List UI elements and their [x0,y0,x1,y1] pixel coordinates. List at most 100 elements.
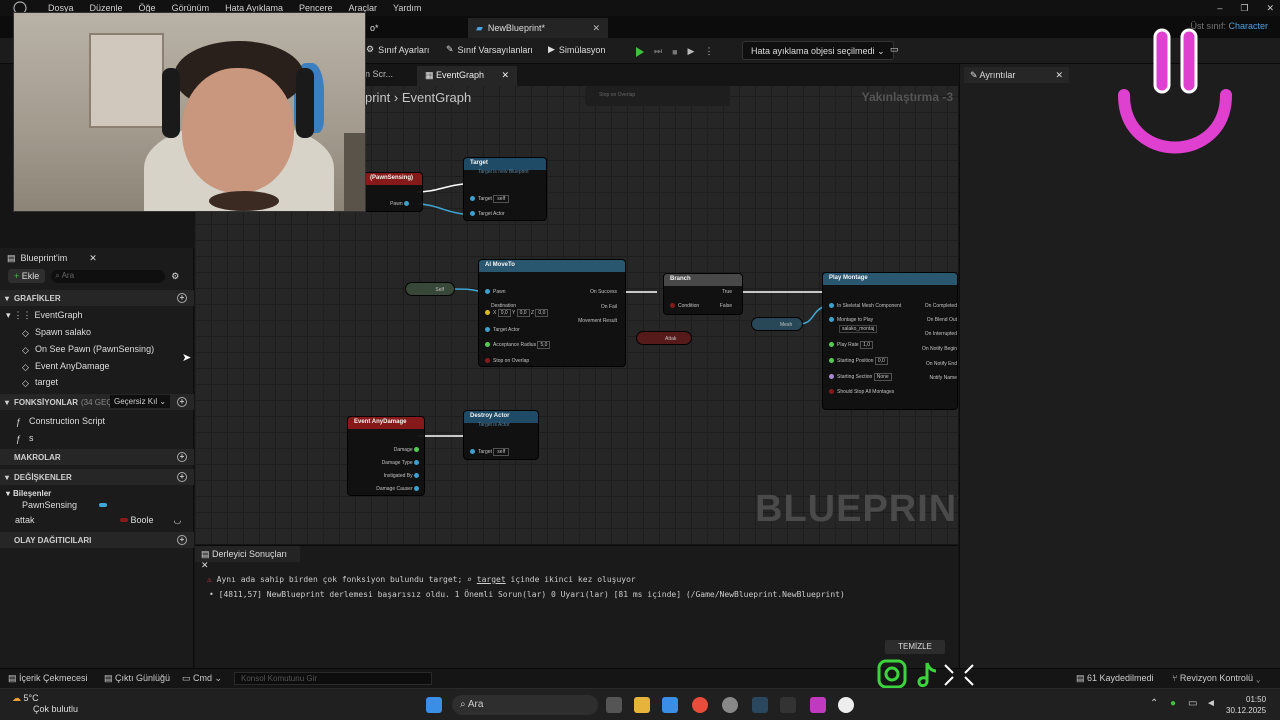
pin-moveto-target-actor[interactable]: Target Actor [485,327,520,333]
add-button[interactable]: + Ekle [8,269,46,283]
console-input[interactable]: Konsol Komutunu Gir [234,672,432,685]
macros-section[interactable]: MAKROLAR + [0,449,194,465]
pin-stop-on-overlap[interactable]: Stop on Overlap [485,358,529,364]
pin-on-interrupted[interactable]: On Interrupted [925,331,957,337]
node-self[interactable]: Self [405,282,455,296]
pin-false[interactable]: False [720,303,732,309]
close-details-icon[interactable]: ✕ [1055,70,1063,81]
microphone-icon[interactable]: ● [1170,698,1176,709]
cmd-dropdown[interactable]: ▭ Cmd ⌄ [182,673,222,684]
variables-section[interactable]: ▾ DEĞİŞKENLER + [0,469,194,485]
media-app-icon[interactable] [810,697,826,713]
variable-attak[interactable]: attak Boole ◡ [0,513,194,527]
class-defaults-button[interactable]: ✎ Sınıf Varsayılanları [446,44,533,55]
function-item-construction[interactable]: ƒ Construction Script [0,413,194,429]
event-graph-item[interactable]: ▾ ⋮⋮ EventGraph [0,307,194,323]
simulation-button[interactable]: ▶ Simülasyon [548,44,605,55]
visibility-eye-icon[interactable]: ◡ [174,515,182,526]
pin-montage-to-play[interactable]: Montage to Play [829,317,873,323]
close-tab-icon[interactable]: ✕ [592,23,600,34]
stop-icon[interactable]: ■ [672,47,677,57]
dest-z-field[interactable]: 0,0 [535,309,549,317]
event-item-on-see-pawn[interactable]: ◇ On See Pawn (PawnSensing) [0,341,194,357]
store-icon[interactable] [662,697,678,713]
compiler-results-tab[interactable]: ▤ Derleyici Sonuçları ✕ [195,546,300,570]
node-ai-moveto[interactable]: AI MoveTo Pawn Destination X 0,0 Y 0,0 Z… [478,259,626,367]
variable-type[interactable]: Boole [131,515,154,525]
search-input[interactable]: ⌕ Ara [51,269,166,283]
debug-folder-icon[interactable]: ▭ [890,44,899,55]
pin-play-rate[interactable]: Play Rate 1,0 [829,341,874,349]
unsaved-assets-button[interactable]: ▤ 61 Kaydedilmedi [1076,673,1154,684]
pin-on-fail[interactable]: On Fail [601,304,617,310]
pin-on-notify-end[interactable]: On Notify End [926,361,957,367]
node-attak-variable[interactable]: Attak [636,331,692,345]
node-target[interactable]: Target Target is new Blueprint Target se… [463,157,547,221]
pin-target[interactable]: Target self [470,195,510,203]
revision-control-button[interactable]: ⑂ Revizyon Kontrolü ⌄ [1172,673,1261,683]
pin-damage-causer[interactable]: Damage Causer [376,486,422,492]
pin-on-blend-out[interactable]: On Blend Out [927,317,957,323]
menu-help[interactable]: Yardım [385,3,429,13]
pin-starting-section[interactable]: Starting Section None [829,373,892,381]
tray-chevron-up-icon[interactable]: ⌃ [1150,698,1158,709]
steam-icon[interactable] [752,697,768,713]
chrome-icon[interactable] [692,697,708,713]
pin-acceptance-radius[interactable]: Acceptance Radius 5,0 [485,341,551,349]
play-rate-field[interactable]: 1,0 [860,341,874,349]
pin-in-skeletal-mesh[interactable]: In Skeletal Mesh Component [829,303,901,309]
settings-gear-icon[interactable]: ⚙ [171,271,179,282]
event-item-spawn[interactable]: ◇ Spawn salako [0,324,194,340]
add-graph-icon[interactable]: + [177,293,187,303]
dest-x-field[interactable]: 0,0 [497,309,511,317]
event-item-target[interactable]: ◇ target [0,374,194,390]
pin-destination[interactable]: X 0,0 Y 0,0 Z 0,0 [485,309,549,317]
pin-on-success[interactable]: On Success [590,289,617,295]
output-log-button[interactable]: ▤ Çıktı Günlüğü [104,673,170,684]
app-icon[interactable] [722,697,738,713]
pin-target-self[interactable]: self [493,195,510,203]
task-view-icon[interactable] [606,697,622,713]
function-item-s[interactable]: ƒs [0,430,194,446]
pin-target-actor[interactable]: Target Actor [470,211,505,217]
add-variable-icon[interactable]: + [177,472,187,482]
close-compiler-tab-icon[interactable]: ✕ [201,560,209,570]
pin-true[interactable]: True [722,289,732,295]
node-branch[interactable]: Branch Condition True False [663,273,743,315]
close-panel-icon[interactable]: ✕ [89,253,97,264]
unreal-engine-icon[interactable] [838,697,854,713]
pin-damage[interactable]: Damage [394,447,422,453]
minimize-icon[interactable]: – [1217,3,1222,13]
volume-icon[interactable]: ◄ [1206,698,1216,709]
functions-section[interactable]: ▾ FONKSİYONLAR (34 GEÇERS Geçersiz Kıl ⌄… [0,394,194,410]
pin-moveto-pawn[interactable]: Pawn [485,289,506,295]
event-item-anydamage[interactable]: ◇ Event AnyDamage [0,358,194,374]
node-on-see-pawn[interactable]: (PawnSensing) Pawn [363,172,423,212]
eject-icon[interactable]: ▶ [688,46,695,57]
add-macro-icon[interactable]: + [177,452,187,462]
more-options-icon[interactable]: ⋮ [704,46,713,57]
component-pawnsensing[interactable]: PawnSensing [0,498,194,512]
clear-button[interactable]: TEMİZLE [885,640,945,654]
graphs-section[interactable]: ▾ GRAFİKLER + [0,290,194,306]
node-event-anydamage[interactable]: Event AnyDamage Damage Damage Type Insti… [347,416,425,496]
content-drawer-button[interactable]: ▤ İçerik Çekmecesi [8,673,88,684]
pin-destroy-target[interactable]: Target self [470,448,510,456]
add-function-icon[interactable]: + [177,397,187,407]
montage-asset-dropdown[interactable]: salako_montaj [839,325,878,333]
clock[interactable]: 01:50 30.12.2025 [1226,694,1266,716]
node-destroy-actor[interactable]: Destroy Actor Target is Actor Target sel… [463,410,539,460]
pin-instigated-by[interactable]: Instigated By [384,473,422,479]
dest-y-field[interactable]: 0,0 [516,309,530,317]
class-settings-button[interactable]: ⚙ Sınıf Ayarları [366,44,429,55]
weather-widget[interactable]: ☁ 5°C Çok bulutlu [12,693,78,715]
pin-damage-type[interactable]: Damage Type [382,460,422,466]
pin-should-stop[interactable]: Should Stop All Montages [829,389,894,395]
acceptance-field[interactable]: 5,0 [537,341,551,349]
pin-condition[interactable]: Condition [670,303,699,309]
override-dropdown[interactable]: Geçersiz Kıl ⌄ [110,395,171,408]
pin-on-notify-begin[interactable]: On Notify Begin [922,346,957,352]
add-dispatcher-icon[interactable]: + [177,535,187,545]
pin-on-completed[interactable]: On Completed [925,303,957,309]
pin-notify-name[interactable]: Notify Name [929,375,957,381]
